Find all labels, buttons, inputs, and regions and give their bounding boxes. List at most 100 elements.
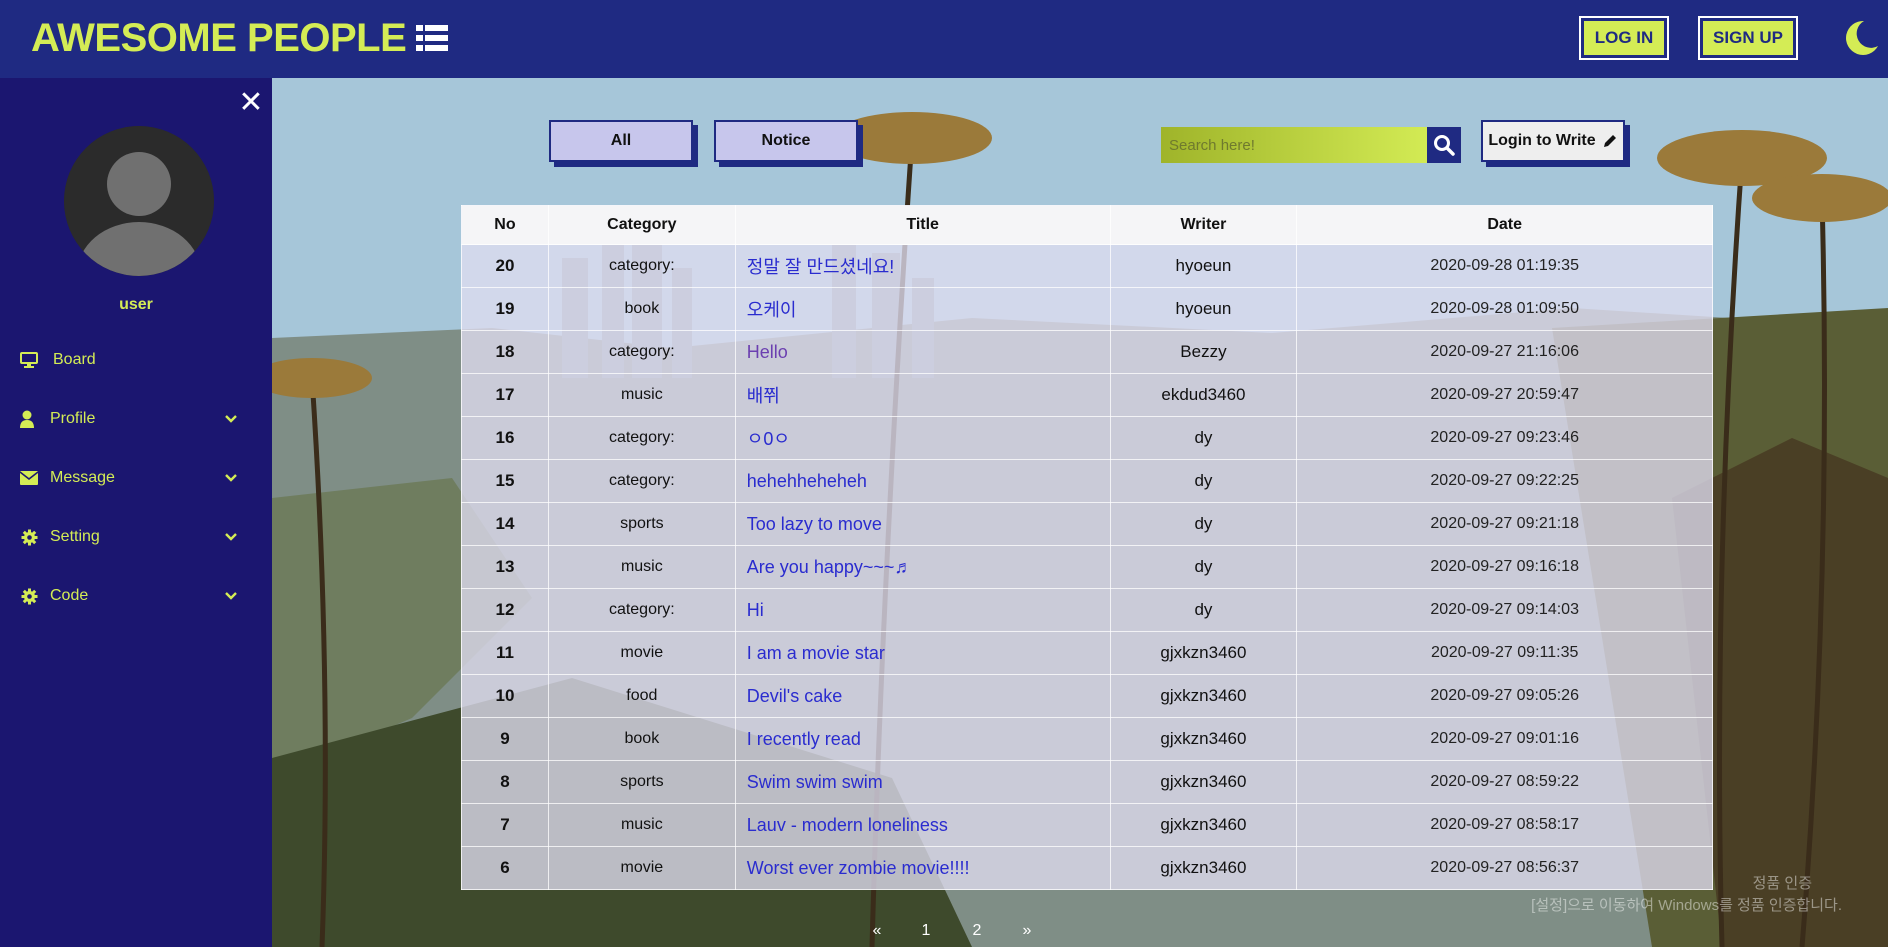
row-title-link[interactable]: Lauv - modern loneliness: [734, 803, 1111, 847]
column-header-title: Title: [734, 205, 1111, 245]
table-row[interactable]: 15 category: hehehheheheh dy 2020-09-27 09:2…: [461, 459, 1713, 503]
sidebar-item-label: Code: [50, 587, 89, 604]
row-title-link[interactable]: I am a movie star: [734, 631, 1111, 675]
column-header-writer: Writer: [1109, 205, 1298, 245]
row-date: 2020-09-27 20:59:47: [1296, 373, 1713, 417]
pagination-page-2[interactable]: 2: [965, 922, 989, 940]
row-writer: hyoeun: [1109, 287, 1298, 331]
table-row[interactable]: 17 music 배쮜 ekdud3460 2020-09-27 20:59:47: [461, 373, 1713, 417]
row-category: music: [547, 373, 736, 417]
main-content: All Notice Login to Write No Category Ti…: [272, 78, 1888, 947]
chevron-down-icon[interactable]: [224, 589, 238, 603]
sidebar-item-label: Profile: [50, 410, 96, 427]
monitor-icon: [19, 351, 39, 369]
row-no: 15: [461, 459, 549, 503]
table-row[interactable]: 19 book 오케이 hyoeun 2020-09-28 01:09:50: [461, 287, 1713, 331]
chevron-down-icon[interactable]: [224, 530, 238, 544]
sidebar-item-setting[interactable]: Setting: [0, 517, 272, 557]
row-title-link[interactable]: ㅇ0ㅇ: [734, 416, 1111, 460]
row-title-link[interactable]: Hi: [734, 588, 1111, 632]
table-row[interactable]: 8 sports Swim swim swim gjxkzn3460 2020-09-2…: [461, 760, 1713, 804]
login-button[interactable]: LOG IN: [1579, 16, 1669, 60]
sidebar-username: user: [119, 296, 153, 313]
list-menu-icon[interactable]: [416, 24, 448, 52]
row-no: 13: [461, 545, 549, 589]
avatar: [64, 126, 214, 276]
table-row[interactable]: 11 movie I am a movie star gjxkzn3460 2020-0…: [461, 631, 1713, 675]
table-row[interactable]: 9 book I recently read gjxkzn3460 2020-09-27…: [461, 717, 1713, 761]
row-title-link[interactable]: I recently read: [734, 717, 1111, 761]
pagination-page-1[interactable]: 1: [914, 922, 938, 940]
row-no: 19: [461, 287, 549, 331]
sidebar-item-board[interactable]: Board: [0, 340, 272, 380]
row-writer: ekdud3460: [1109, 373, 1298, 417]
watermark-line-1: 정품 인증: [1752, 875, 1812, 892]
row-category: movie: [547, 846, 736, 890]
gear-icon: [19, 587, 39, 605]
row-date: 2020-09-27 21:16:06: [1296, 330, 1713, 374]
row-date: 2020-09-27 09:11:35: [1296, 631, 1713, 675]
board-table: No Category Title Writer Date 20 category…: [461, 205, 1713, 890]
row-date: 2020-09-27 09:05:26: [1296, 674, 1713, 718]
row-title-link[interactable]: hehehheheheh: [734, 459, 1111, 503]
close-icon[interactable]: ✕: [238, 88, 264, 118]
column-header-date: Date: [1296, 205, 1713, 245]
sidebar-item-profile[interactable]: Profile: [0, 399, 272, 439]
row-category: category:: [547, 588, 736, 632]
row-title-link[interactable]: Too lazy to move: [734, 502, 1111, 546]
row-category: sports: [547, 760, 736, 804]
chevron-down-icon[interactable]: [224, 471, 238, 485]
sidebar-item-label: Board: [53, 351, 96, 368]
sidebar: ✕ user Board Profile Message Setting Cod…: [0, 78, 272, 947]
row-writer: gjxkzn3460: [1109, 846, 1298, 890]
row-writer: hyoeun: [1109, 244, 1298, 288]
row-title-link[interactable]: Swim swim swim: [734, 760, 1111, 804]
table-row[interactable]: 18 category: Hello Bezzy 2020-09-27 21:16:06: [461, 330, 1713, 374]
moon-icon[interactable]: [1840, 18, 1880, 58]
row-writer: gjxkzn3460: [1109, 717, 1298, 761]
sidebar-item-label: Message: [50, 469, 115, 486]
chevron-down-icon[interactable]: [224, 412, 238, 426]
sidebar-item-code[interactable]: Code: [0, 576, 272, 616]
row-no: 10: [461, 674, 549, 718]
table-row[interactable]: 14 sports Too lazy to move dy 2020-09-27 09:…: [461, 502, 1713, 546]
row-title-link[interactable]: Are you happy~~~♬: [734, 545, 1111, 589]
row-title-link[interactable]: 오케이: [734, 287, 1111, 331]
pagination-prev[interactable]: «: [865, 922, 889, 940]
row-writer: Bezzy: [1109, 330, 1298, 374]
table-row[interactable]: 20 category: 정말 잘 만드셨네요! hyoeun 2020-09-28 0…: [461, 244, 1713, 288]
brand-logo[interactable]: AWESOME PEOPLE: [31, 16, 407, 61]
watermark-line-2: [설정]으로 이동하여 Windows를 정품 인증합니다.: [1531, 897, 1842, 914]
login-to-write-button[interactable]: Login to Write: [1481, 120, 1625, 162]
table-header-row: No Category Title Writer Date: [461, 205, 1713, 245]
row-category: movie: [547, 631, 736, 675]
row-writer: dy: [1109, 502, 1298, 546]
row-title-link[interactable]: Devil's cake: [734, 674, 1111, 718]
gear-icon: [19, 528, 39, 546]
pagination-next[interactable]: »: [1015, 922, 1039, 940]
row-category: music: [547, 545, 736, 589]
search-input[interactable]: [1161, 127, 1433, 163]
sidebar-item-message[interactable]: Message: [0, 458, 272, 498]
row-date: 2020-09-27 09:21:18: [1296, 502, 1713, 546]
search-button[interactable]: [1427, 127, 1461, 163]
table-row[interactable]: 16 category: ㅇ0ㅇ dy 2020-09-27 09:23:46: [461, 416, 1713, 460]
filter-all-button[interactable]: All: [549, 120, 693, 162]
search-icon: [1434, 135, 1455, 156]
row-title-link[interactable]: Hello: [734, 330, 1111, 374]
signup-button[interactable]: SIGN UP: [1698, 16, 1798, 60]
table-row[interactable]: 12 category: Hi dy 2020-09-27 09:14:03: [461, 588, 1713, 632]
row-date: 2020-09-28 01:19:35: [1296, 244, 1713, 288]
table-row[interactable]: 13 music Are you happy~~~♬ dy 2020-09-27 09:…: [461, 545, 1713, 589]
sidebar-item-label: Setting: [50, 528, 100, 545]
table-row[interactable]: 7 music Lauv - modern loneliness gjxkzn3460…: [461, 803, 1713, 847]
row-writer: dy: [1109, 545, 1298, 589]
row-category: sports: [547, 502, 736, 546]
row-title-link[interactable]: 배쮜: [734, 373, 1111, 417]
table-row[interactable]: 10 food Devil's cake gjxkzn3460 2020-09-27 0…: [461, 674, 1713, 718]
row-writer: gjxkzn3460: [1109, 674, 1298, 718]
row-title-link[interactable]: 정말 잘 만드셨네요!: [734, 244, 1111, 288]
row-title-link[interactable]: Worst ever zombie movie!!!!: [734, 846, 1111, 890]
row-no: 6: [461, 846, 549, 890]
filter-notice-button[interactable]: Notice: [714, 120, 858, 162]
